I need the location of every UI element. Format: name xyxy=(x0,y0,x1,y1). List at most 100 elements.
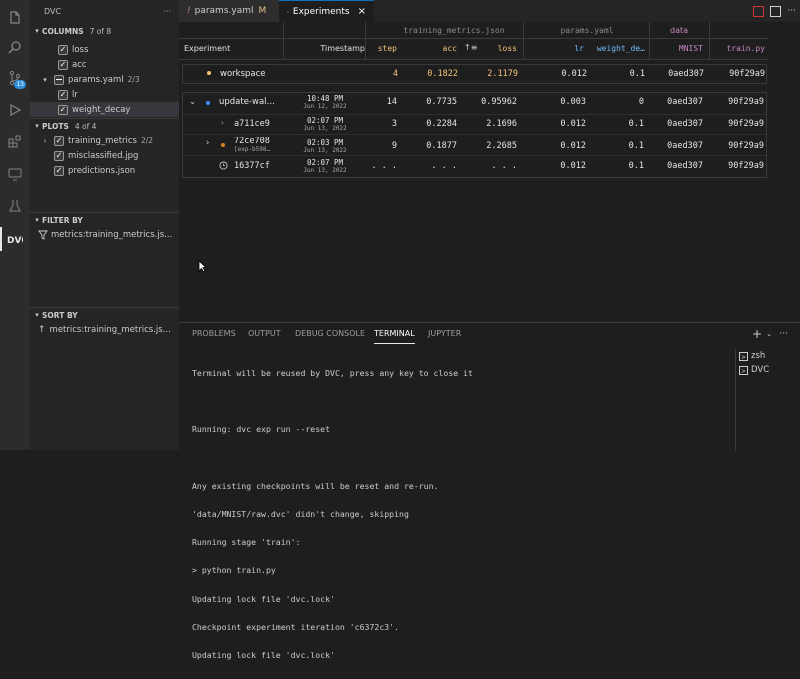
new-terminal-icon[interactable]: + xyxy=(752,327,762,341)
cell-acc: 0.1822 xyxy=(427,69,458,79)
remote-explorer-icon[interactable] xyxy=(0,160,30,188)
time: 10:48 PM xyxy=(306,94,344,103)
column-item-acc[interactable]: ✓ acc xyxy=(30,57,179,72)
terminal-line: Running stage 'train': xyxy=(192,537,301,548)
group-metrics[interactable]: training_metrics.json xyxy=(385,26,523,35)
chevron-down-icon[interactable]: ⌄ xyxy=(766,330,772,338)
column-item-loss[interactable]: ✓ loss xyxy=(30,42,179,57)
plot-item-misclassified[interactable]: ✓ misclassified.jpg xyxy=(30,148,179,163)
terminal-output[interactable]: Terminal will be reused by DVC, press an… xyxy=(192,350,722,679)
plot-item-predictions[interactable]: ✓ predictions.json xyxy=(30,163,179,178)
column-item-params[interactable]: ▾ params.yaml 2/3 xyxy=(30,72,179,87)
column-label: loss xyxy=(72,44,89,55)
experiment-name[interactable]: update-wal… xyxy=(219,97,281,107)
checkbox-checked-icon[interactable]: ✓ xyxy=(58,44,68,55)
chevron-right-icon[interactable]: › xyxy=(206,138,216,148)
search-icon[interactable] xyxy=(0,33,30,61)
plots-section: ▾ PLOTS 4 of 4 › ✓ training_metrics 2/2 … xyxy=(30,118,179,178)
tab-debug-console[interactable]: DEBUG CONSOLE xyxy=(295,329,365,343)
checkbox-checked-icon[interactable]: ✓ xyxy=(58,89,68,100)
testing-flask-icon[interactable] xyxy=(0,192,30,220)
checkbox-checked-icon[interactable]: ✓ xyxy=(54,150,64,161)
tab-terminal[interactable]: TERMINAL xyxy=(374,329,415,344)
tab-problems[interactable]: PROBLEMS xyxy=(192,329,236,343)
chevron-down-icon[interactable]: ⌄ xyxy=(189,97,199,107)
header-loss[interactable]: loss xyxy=(479,44,517,53)
more-actions-icon[interactable]: ··· xyxy=(787,6,796,16)
group-params[interactable]: params.yaml xyxy=(525,26,649,35)
tab-jupyter[interactable]: JUPYTER xyxy=(428,329,461,343)
split-editor-icon[interactable] xyxy=(770,5,782,17)
chevron-down-icon: ▾ xyxy=(35,122,39,130)
explorer-icon[interactable] xyxy=(0,4,30,32)
column-item-lr[interactable]: ✓ lr xyxy=(30,87,179,102)
cell-lr: 0.012 xyxy=(561,69,587,79)
experiment-subname: [exp-b598… xyxy=(234,146,271,153)
experiments-table: training_metrics.json params.yaml data E… xyxy=(179,22,800,322)
tab-params-yaml[interactable]: ! params.yaml M xyxy=(179,0,279,22)
terminal-line: 'data/MNIST/raw.dvc' didn't change, skip… xyxy=(192,508,409,519)
experiment-name: workspace xyxy=(220,69,266,79)
more-actions-icon[interactable]: ··· xyxy=(163,7,171,16)
checkbox-checked-icon[interactable]: ✓ xyxy=(54,135,64,146)
group-data[interactable]: data xyxy=(649,26,709,35)
tab-label: params.yaml xyxy=(194,6,254,16)
header-experiment[interactable]: Experiment xyxy=(184,44,274,53)
checkbox-mixed-icon[interactable] xyxy=(54,74,64,85)
experiment-name[interactable]: a711ce9 xyxy=(234,119,284,129)
header-step[interactable]: step xyxy=(369,44,397,53)
tab-label: Experiments xyxy=(292,6,350,17)
flask-icon xyxy=(287,10,289,13)
experiment-name-cell[interactable]: 72ce708 [exp-b598… xyxy=(234,137,284,153)
filter-section: ▾ FILTER BY metrics:training_metrics.js.… xyxy=(30,212,179,243)
workspace-row[interactable]: workspace 4 0.1822 2.1179 0.012 0.1 0aed… xyxy=(182,64,767,84)
header-mnist[interactable]: MNIST xyxy=(649,44,703,53)
columns-header[interactable]: ▾ COLUMNS 7 of 8 xyxy=(30,24,179,38)
header-timestamp[interactable]: Timestamp xyxy=(285,44,365,53)
run-debug-icon[interactable] xyxy=(0,96,30,124)
sort-filter-icon[interactable]: ↑≡ xyxy=(464,43,478,52)
checkbox-checked-icon[interactable]: ✓ xyxy=(58,104,68,115)
cell-train-py: 90f29a9 xyxy=(728,119,764,129)
sort-header[interactable]: ▾ SORT BY xyxy=(30,308,179,322)
terminal-item-zsh[interactable]: > zsh xyxy=(736,349,800,363)
terminal-icon: > xyxy=(739,365,748,375)
filter-header[interactable]: ▾ FILTER BY xyxy=(30,213,179,227)
close-icon[interactable]: × xyxy=(358,6,366,17)
dvc-icon[interactable]: DVC xyxy=(0,225,30,253)
header-acc[interactable]: acc xyxy=(409,44,457,53)
terminal-item-dvc[interactable]: > DVC xyxy=(736,363,800,377)
stop-icon[interactable] xyxy=(753,5,765,17)
more-actions-icon[interactable]: ··· xyxy=(779,329,788,339)
terminal-line: Updating lock file 'dvc.lock' xyxy=(192,650,335,660)
header-train-py[interactable]: train.py xyxy=(709,44,765,53)
plot-item-training-metrics[interactable]: › ✓ training_metrics 2/2 xyxy=(30,133,179,148)
checkbox-checked-icon[interactable]: ✓ xyxy=(54,165,64,176)
column-label: weight_decay xyxy=(72,104,131,115)
header-weight-decay[interactable]: weight_de… xyxy=(590,44,645,53)
source-control-icon[interactable]: 13 xyxy=(0,64,30,92)
extensions-icon[interactable] xyxy=(0,128,30,156)
terminal-list: > zsh > DVC xyxy=(735,349,800,451)
cell-lr: 0.003 xyxy=(560,97,586,107)
checkbox-checked-icon[interactable]: ✓ xyxy=(58,59,68,70)
activity-bar: 13 DVC xyxy=(0,0,30,450)
column-item-weight-decay[interactable]: ✓ weight_decay xyxy=(30,102,179,117)
cell-mnist: 0aed307 xyxy=(668,69,704,79)
chevron-right-icon[interactable]: › xyxy=(221,119,229,127)
header-lr[interactable]: lr xyxy=(559,44,584,53)
filter-item[interactable]: metrics:training_metrics.js... xyxy=(30,227,179,243)
sort-item[interactable]: ↑ metrics:training_metrics.js... xyxy=(30,322,179,338)
terminal-line: Updating lock file 'dvc.lock' xyxy=(192,593,335,604)
tab-output[interactable]: OUTPUT xyxy=(248,329,281,343)
cell-mnist: 0aed307 xyxy=(667,141,703,151)
chevron-down-icon[interactable]: ▾ xyxy=(40,76,50,84)
tab-experiments[interactable]: Experiments × xyxy=(279,0,374,22)
chevron-down-icon: ▾ xyxy=(35,27,39,35)
cell-acc: 0.1877 xyxy=(426,141,457,151)
cell-step: 3 xyxy=(391,119,397,129)
plots-header[interactable]: ▾ PLOTS 4 of 4 xyxy=(30,119,179,133)
chevron-right-icon[interactable]: › xyxy=(40,137,50,145)
cell-lr: 0.012 xyxy=(560,141,586,151)
experiment-name[interactable]: 16377cf xyxy=(234,161,284,171)
